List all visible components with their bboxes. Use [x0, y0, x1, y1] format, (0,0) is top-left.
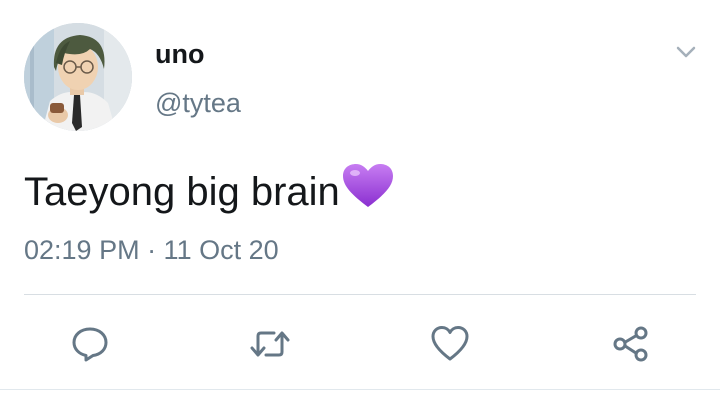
tweet-text-content: Taeyong big brain: [24, 170, 340, 214]
tweet-text: Taeyong big brain: [24, 161, 396, 218]
display-name[interactable]: uno: [155, 38, 204, 70]
share-button[interactable]: [608, 322, 652, 366]
retweet-button[interactable]: [248, 322, 292, 366]
avatar[interactable]: [24, 23, 132, 131]
bottom-divider: [0, 389, 720, 390]
purple-heart-icon: [340, 161, 396, 211]
avatar-image: [24, 23, 132, 131]
tweet-timestamp[interactable]: 02:19 PM · 11 Oct 20: [24, 233, 279, 267]
chevron-down-icon[interactable]: [672, 38, 700, 66]
like-button[interactable]: [428, 322, 472, 366]
divider: [24, 294, 696, 295]
heart-icon: [431, 326, 469, 361]
retweet-icon: [250, 331, 290, 357]
share-icon: [613, 326, 648, 362]
reply-icon: [72, 327, 108, 362]
user-handle[interactable]: @tytea: [155, 87, 241, 119]
reply-button[interactable]: [68, 322, 112, 366]
